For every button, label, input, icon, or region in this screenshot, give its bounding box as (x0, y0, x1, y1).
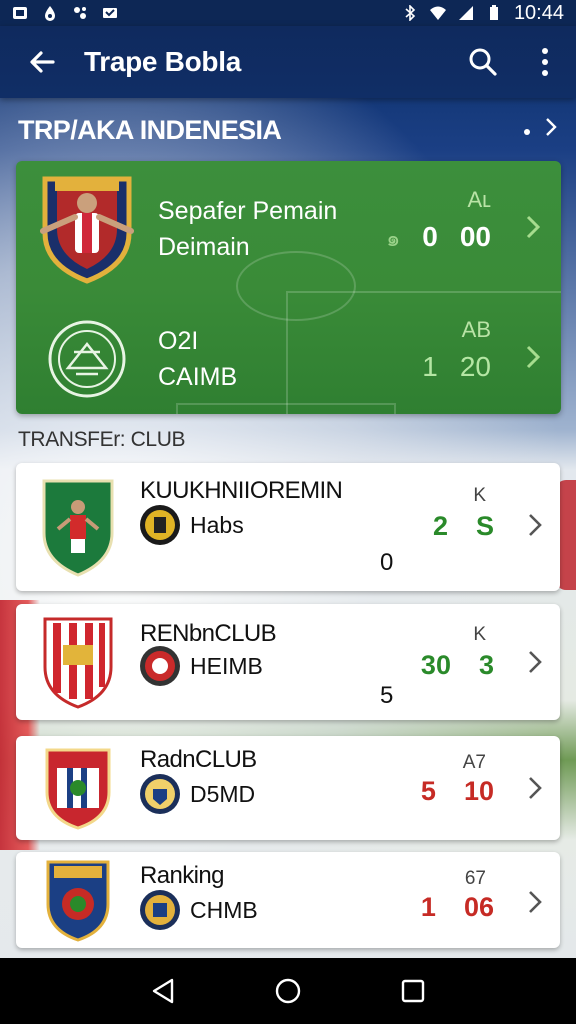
more-vert-icon (542, 48, 548, 76)
stat-a: 2 (432, 511, 448, 541)
stat-b: 3 (478, 650, 494, 680)
featured-matches-panel: Sepafer Pemain Deimain Aʟ ๑ 0 00 O2I CAI… (16, 161, 561, 414)
nav-back-button[interactable] (133, 961, 193, 1021)
club-crest (16, 467, 140, 587)
card-label: K (473, 624, 486, 645)
stat-b: 10 (463, 776, 494, 806)
nav-home-button[interactable] (258, 961, 318, 1021)
club-name: RadnCLUB (140, 746, 257, 773)
stat-b: 06 (463, 892, 494, 922)
section-title: TRANSFEr: CLUB (18, 428, 186, 451)
club-crest (16, 840, 140, 960)
league-header: TRP/AKA INDENESIA (18, 110, 558, 150)
wifi-icon (429, 6, 446, 20)
club-card[interactable]: RadnCLUB D5MD A7 5 10 (16, 736, 560, 840)
mini-crest-icon (140, 890, 180, 930)
stat-a: 5 (420, 776, 436, 806)
club-sub: Habs (190, 511, 244, 538)
chevron-right-icon[interactable] (544, 116, 558, 144)
player-crest (16, 169, 158, 289)
card-label: 67 (464, 868, 486, 889)
chevron-right-icon[interactable] (526, 774, 544, 807)
stat-a: 1 (420, 892, 436, 922)
score-b: 20 (459, 351, 491, 382)
card-label: A7 (462, 752, 486, 773)
stat-b: S (475, 511, 494, 541)
club-name: KUUKHNIIOREMIN (140, 477, 343, 504)
status-time: 10:44 (513, 1, 564, 24)
system-navigation-bar (0, 958, 576, 1024)
card-extra: 5 (380, 682, 394, 709)
score-b: 00 (459, 221, 491, 252)
mini-crest-icon (140, 774, 180, 814)
chevron-right-icon[interactable] (526, 888, 544, 921)
stat-a: 30 (420, 650, 451, 680)
status-bar: 10:44 (0, 0, 576, 26)
mini-crest-icon (140, 646, 180, 686)
score-label: Aʟ (467, 187, 491, 212)
club-card[interactable]: RENbnCLUB HEIMB K 30 3 5 (16, 604, 560, 720)
signal-icon (458, 6, 473, 20)
drop-icon (45, 6, 55, 21)
search-icon (469, 48, 497, 76)
search-button[interactable] (452, 26, 514, 98)
club-name: RENbnCLUB (140, 620, 277, 647)
chevron-right-icon[interactable] (523, 342, 543, 377)
app-bar: Trape Bobla (0, 26, 576, 98)
score-a: 0 (422, 221, 438, 252)
club-sub: D5MD (190, 780, 256, 807)
club-sub: CHMB (190, 896, 258, 923)
featured-match-row[interactable]: Sepafer Pemain Deimain Aʟ ๑ 0 00 (16, 169, 561, 289)
club-name: Ranking (140, 862, 224, 889)
more-options-button[interactable] (514, 26, 576, 98)
club-crest (16, 299, 158, 414)
star-icon[interactable] (522, 117, 532, 143)
square-recents-icon (402, 979, 425, 1003)
club-card[interactable]: Ranking CHMB 67 1 06 (16, 852, 560, 948)
chevron-right-icon[interactable] (526, 511, 544, 544)
gallery-icon (13, 7, 27, 19)
mini-crest-icon (140, 505, 180, 545)
club-crest (16, 602, 140, 722)
card-extra: 0 (380, 549, 394, 576)
club-sub: HEIMB (190, 652, 263, 679)
message-icon (103, 8, 117, 18)
card-label: K (473, 485, 486, 506)
arrow-back-icon (30, 51, 55, 73)
featured-match-row[interactable]: O2I CAIMB AB 1 20 (16, 299, 561, 414)
battery-icon (489, 5, 498, 20)
triangle-back-icon (152, 978, 173, 1004)
score-small: ๑ (386, 226, 401, 251)
score-a: 1 (422, 351, 438, 382)
notification-icon (74, 7, 86, 19)
league-title: TRP/AKA INDENESIA (18, 114, 282, 145)
back-button[interactable] (0, 26, 84, 98)
club-crest (16, 728, 140, 848)
circle-home-icon (275, 978, 301, 1004)
page-title: Trape Bobla (84, 46, 241, 77)
chevron-right-icon[interactable] (526, 648, 544, 681)
score-label: AB (461, 317, 491, 342)
club-card[interactable]: KUUKHNIIOREMIN Habs K 2 S 0 (16, 463, 560, 591)
chevron-right-icon[interactable] (523, 212, 543, 247)
bluetooth-icon (405, 5, 416, 21)
nav-recents-button[interactable] (383, 961, 443, 1021)
